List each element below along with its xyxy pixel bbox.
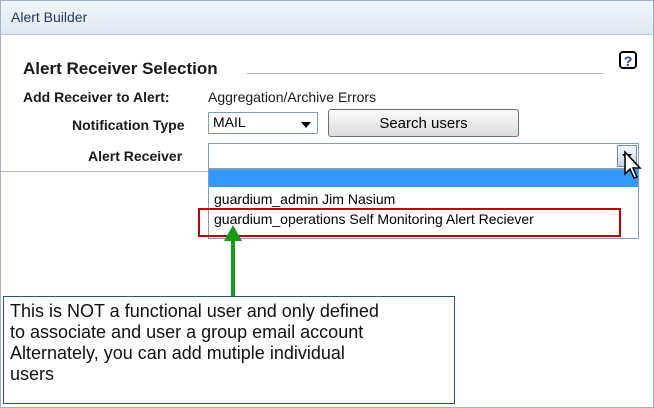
annotation-line: to associate and user a group email acco…: [10, 322, 364, 342]
alert-builder-window: Alert Builder Alert Receiver Selection ?…: [0, 0, 654, 408]
annotation-line: users: [10, 364, 55, 384]
annotation-note: This is NOT a functional user and only d…: [3, 296, 455, 404]
help-icon[interactable]: ?: [619, 51, 637, 69]
dropdown-option-blank[interactable]: [209, 170, 638, 187]
alert-receiver-select[interactable]: [208, 143, 639, 169]
notification-type-label: Notification Type: [72, 117, 185, 133]
help-symbol: ?: [623, 53, 633, 69]
notification-type-value: MAIL: [213, 114, 246, 130]
annotation-line: Alternately, you can add mutiple individ…: [10, 343, 345, 363]
notification-type-select[interactable]: MAIL: [208, 112, 318, 134]
callout-arrow-shaft: [231, 241, 235, 299]
window-title: Alert Builder: [11, 9, 88, 25]
add-receiver-label: Add Receiver to Alert:: [23, 89, 170, 105]
dropdown-option-guardium-admin[interactable]: guardium_admin Jim Nasium: [209, 190, 638, 210]
add-receiver-value: Aggregation/Archive Errors: [208, 89, 377, 105]
highlight-box: [198, 208, 621, 237]
title-bar: Alert Builder: [1, 1, 653, 35]
arrow-up-icon: [224, 225, 242, 241]
section-divider: [247, 73, 603, 74]
chevron-down-icon: [301, 122, 311, 128]
dropdown-option-label: guardium_admin Jim Nasium: [214, 191, 396, 207]
annotation-line: This is NOT a functional user and only d…: [10, 301, 379, 321]
alert-receiver-label: Alert Receiver: [88, 148, 183, 164]
form-divider: [1, 171, 209, 172]
mouse-pointer-icon: [624, 150, 642, 179]
section-title: Alert Receiver Selection: [23, 59, 218, 78]
search-users-button[interactable]: Search users: [328, 109, 519, 137]
